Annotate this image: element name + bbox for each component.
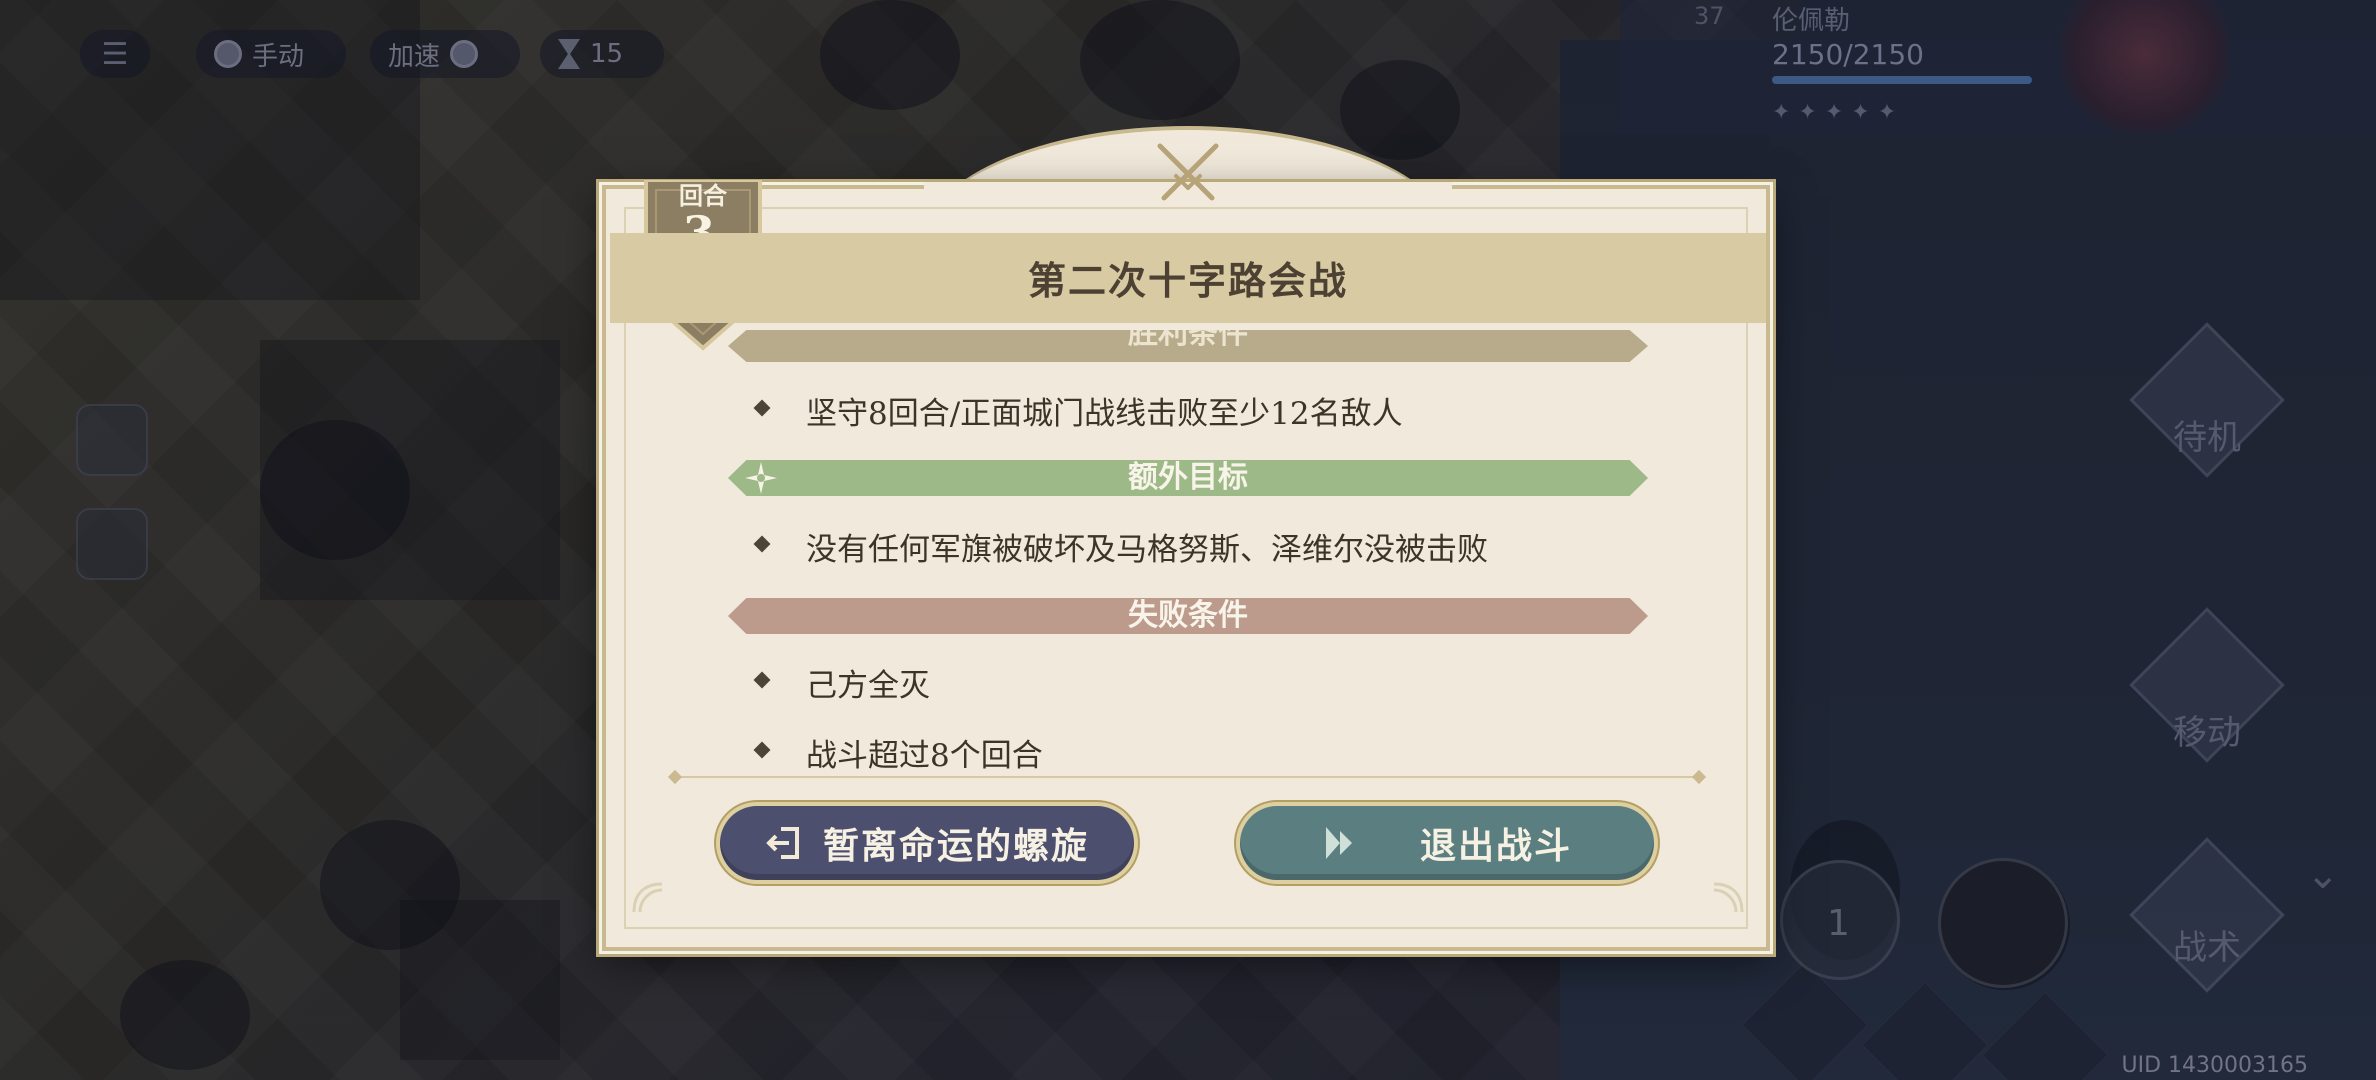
unit-portrait: [2060, 0, 2230, 135]
exit-door-icon: [766, 827, 799, 859]
exit-battle-button[interactable]: 退出战斗: [1240, 806, 1654, 880]
skill-button[interactable]: 1: [1780, 860, 1900, 980]
unit-name: 伦佩勒: [1772, 6, 1851, 36]
four-point-star-icon: [745, 462, 777, 494]
victory-header-label: 胜利条件: [1128, 330, 1248, 351]
menu-icon: ☰: [101, 36, 129, 72]
double-chevron-right-icon: [1325, 827, 1352, 859]
unit-hp-bar: [1772, 76, 2032, 84]
dialog-title-overlay: 第二次十字路会战: [1027, 258, 1348, 303]
hourglass-icon: [558, 39, 580, 69]
corner-ornament: [1713, 882, 1744, 913]
speed-icon: [450, 40, 479, 68]
speed-label: 加速: [388, 41, 441, 72]
tactics-label: 战术: [2173, 928, 2241, 968]
uid-label: UID 1430003165: [2121, 1053, 2309, 1078]
fail-condition-item: 己方全灭: [760, 660, 930, 705]
speed-toggle[interactable]: 加速: [370, 30, 520, 78]
fail-condition-item: 战斗超过8个回合: [760, 730, 1043, 775]
victory-header: 胜利条件: [728, 330, 1648, 362]
mode-toggle[interactable]: 手动: [196, 30, 346, 78]
turn-timer-value: 15: [590, 39, 624, 69]
menu-button[interactable]: ☰: [80, 30, 150, 78]
skill-count: 1: [1827, 903, 1850, 944]
fail-condition-header: 失败条件: [728, 598, 1648, 634]
fail-condition-label: 失败条件: [1128, 598, 1248, 633]
fail-condition-text: 战斗超过8个回合: [806, 738, 1043, 774]
leave-temporarily-label: 暂离命运的螺旋: [822, 825, 1089, 867]
mode-icon: [214, 40, 242, 68]
extra-objective-text: 没有任何军旗被破坏及马格努斯、泽维尔没被击败: [806, 532, 1488, 568]
standby-label: 待机: [2173, 418, 2241, 458]
extra-objective-item: 没有任何军旗被破坏及马格努斯、泽维尔没被击败: [760, 524, 1488, 569]
side-team-button[interactable]: [76, 508, 148, 580]
side-tool-button[interactable]: [76, 404, 148, 476]
crossed-swords-icon: [1157, 143, 1219, 201]
exit-battle-label: 退出战斗: [1419, 825, 1572, 867]
leave-temporarily-button[interactable]: 暂离命运的螺旋: [720, 806, 1134, 880]
unit-info-panel: [1620, 0, 2376, 135]
mode-label: 手动: [252, 41, 305, 72]
move-label: 移动: [2173, 713, 2241, 753]
unit-stars: ✦✦✦✦✦: [1772, 100, 1905, 125]
unit-hp: 2150/2150: [1772, 38, 1924, 71]
turn-timer: 15: [540, 30, 664, 78]
fail-condition-text: 己方全灭: [806, 668, 930, 704]
chevron-down-icon[interactable]: ⌄: [2306, 852, 2340, 898]
divider: [670, 776, 1704, 778]
extra-objective-header: 额外目标: [728, 460, 1648, 496]
character-skill-button[interactable]: [1938, 858, 2068, 988]
corner-ornament: [632, 882, 663, 913]
victory-item-text: 坚守8回合/正面城门战线击败至少12名敌人: [806, 396, 1403, 432]
victory-item: 坚守8回合/正面城门战线击败至少12名敌人: [760, 388, 1403, 433]
extra-objective-label: 额外目标: [1128, 460, 1248, 495]
unit-level: 37: [1694, 2, 1725, 30]
